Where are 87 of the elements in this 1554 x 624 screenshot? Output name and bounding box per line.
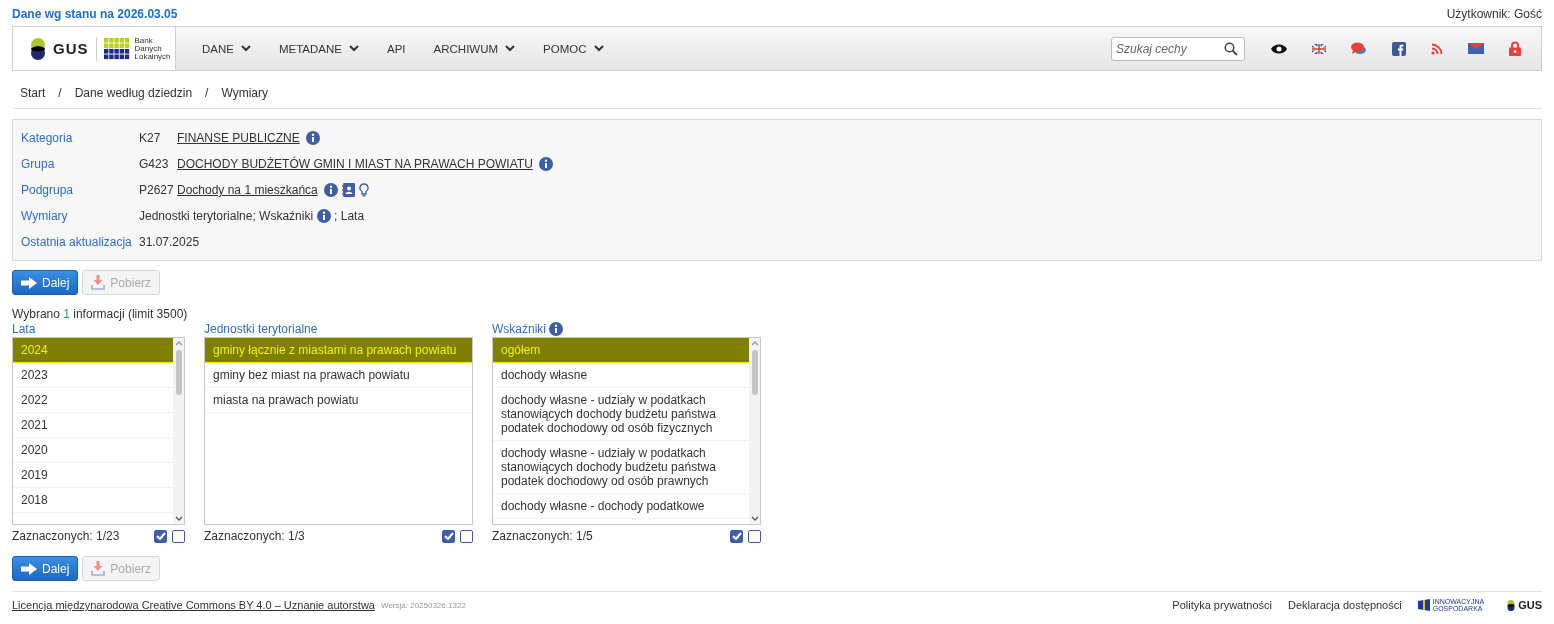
chevron-down-icon	[349, 45, 359, 52]
scrollbar[interactable]	[749, 338, 760, 524]
checkbox[interactable]	[154, 529, 167, 543]
gus-logo-text: GUS	[53, 40, 89, 57]
info-label: Wymiary	[21, 209, 69, 223]
user-label: Użytkownik: Gość	[1446, 7, 1542, 23]
menu-item[interactable]: DANE	[188, 42, 265, 55]
info-code: K27	[139, 131, 162, 145]
chevron-down-icon	[593, 45, 604, 52]
checkbox[interactable]	[460, 529, 473, 543]
breadcrumb-separator: /	[58, 86, 62, 102]
footer-link[interactable]: Polityka prywatności	[1172, 599, 1272, 611]
list-item[interactable]: ogółem	[493, 338, 749, 363]
list-item[interactable]: gminy bez miast na prawach powiatu	[205, 363, 472, 388]
checkbox[interactable]	[172, 529, 185, 543]
license-link[interactable]: Licencja międzynarodowa Creative Commons BY 4.0 – Uznanie autorstwa	[12, 599, 375, 611]
dimension-title[interactable]: Wskaźniki	[492, 322, 546, 336]
checkbox[interactable]	[748, 529, 761, 543]
arrow-right-icon	[21, 276, 37, 289]
scroll-down-icon[interactable]	[750, 516, 759, 522]
info-value: Jednostki terytorialne; Wskaźniki	[139, 209, 314, 223]
info-label: Kategoria	[21, 131, 74, 145]
scrollbar[interactable]	[173, 338, 184, 524]
dimension-title[interactable]: Lata	[12, 322, 36, 336]
facebook-icon[interactable]	[1392, 41, 1406, 56]
info-link[interactable]: DOCHODY BUDŻETÓW GMIN I MIAST NA PRAWACH POWIATU	[177, 157, 533, 171]
selected-count: Zaznaczonych: 1/23	[12, 529, 120, 543]
grid-logo-icon	[103, 37, 130, 60]
data-date: Dane wg stanu na 2026.03.05	[12, 7, 178, 23]
gus-logo-icon	[1506, 599, 1517, 611]
gus-logo-text: GUS	[1518, 599, 1542, 611]
info-label: Ostatnia aktualizacja	[21, 235, 133, 249]
breadcrumb-separator: /	[205, 86, 209, 102]
info-icon[interactable]	[323, 183, 338, 197]
search-icon	[1224, 41, 1238, 56]
menu-item[interactable]: METADANE	[264, 42, 373, 55]
menu-item[interactable]: ARCHIWUM	[419, 42, 530, 55]
logo-panel[interactable]: GUS Bank Danych Lokalnych	[13, 27, 176, 70]
eye-icon[interactable]	[1271, 42, 1287, 55]
arrow-right-icon	[21, 562, 37, 575]
menu-item[interactable]: POMOC	[529, 42, 618, 55]
info-value: 31.07.2025	[139, 235, 200, 249]
next-button[interactable]: Dalej	[12, 556, 79, 581]
info-value: ; Lata	[334, 209, 365, 223]
info-label: Grupa	[21, 157, 56, 171]
download-icon	[91, 275, 106, 290]
breadcrumb-link[interactable]: Dane według dziedzin	[74, 86, 193, 108]
gus-logo-icon	[28, 37, 48, 60]
info-icon[interactable]	[538, 157, 553, 171]
dimension-title[interactable]: Jednostki terytorialne	[204, 322, 318, 336]
footer-link[interactable]: Deklaracja dostępności	[1287, 599, 1402, 611]
logo-subtitle: Bank Danych Lokalnych	[134, 36, 171, 61]
list-item[interactable]: 2024	[13, 338, 173, 363]
rss-icon[interactable]	[1431, 42, 1443, 55]
lightbulb-icon[interactable]	[358, 183, 369, 197]
info-label: Podgrupa	[21, 183, 75, 197]
info-link[interactable]: FINANSE PUBLICZNE	[177, 131, 300, 145]
breadcrumb-link[interactable]: Wymiary	[221, 86, 268, 108]
version-label: Wersja: 20250326.1322	[381, 600, 466, 610]
info-icon[interactable]	[317, 209, 332, 223]
download-icon	[91, 561, 106, 576]
flag-icon[interactable]	[1312, 43, 1326, 54]
scroll-up-icon[interactable]	[174, 340, 183, 346]
selected-count: Zaznaczonych: 1/3	[204, 529, 305, 543]
lock-icon[interactable]	[1509, 41, 1521, 56]
selection-summary: Wybrano 1 informacji (limit 3500)	[12, 307, 189, 321]
info-code: G423	[139, 157, 170, 171]
info-link[interactable]: Dochody na 1 mieszkańca	[177, 183, 318, 197]
selected-count: Zaznaczonych: 1/5	[492, 529, 593, 543]
menu-item[interactable]: API	[373, 42, 420, 55]
info-icon[interactable]	[549, 322, 563, 336]
list-item[interactable]: miasta na prawach powiatu	[205, 388, 472, 413]
chat-icon[interactable]	[1351, 42, 1367, 55]
info-icon[interactable]	[305, 131, 320, 145]
search-field[interactable]: Szukaj cechy	[1111, 36, 1245, 61]
contact-card-icon[interactable]	[341, 183, 355, 197]
flag-logo-icon	[1417, 599, 1430, 611]
next-button[interactable]: Dalej	[12, 270, 79, 295]
info-code: P2627	[139, 183, 174, 197]
checkbox[interactable]	[442, 529, 455, 543]
scroll-down-icon[interactable]	[174, 516, 183, 522]
list-item[interactable]: gminy łącznie z miastami na prawach powiatu	[205, 338, 472, 363]
breadcrumb-link[interactable]: Start	[20, 86, 46, 108]
checkbox[interactable]	[730, 529, 743, 543]
chevron-down-icon	[505, 45, 516, 52]
scroll-up-icon[interactable]	[750, 340, 759, 346]
chevron-down-icon	[240, 45, 251, 52]
